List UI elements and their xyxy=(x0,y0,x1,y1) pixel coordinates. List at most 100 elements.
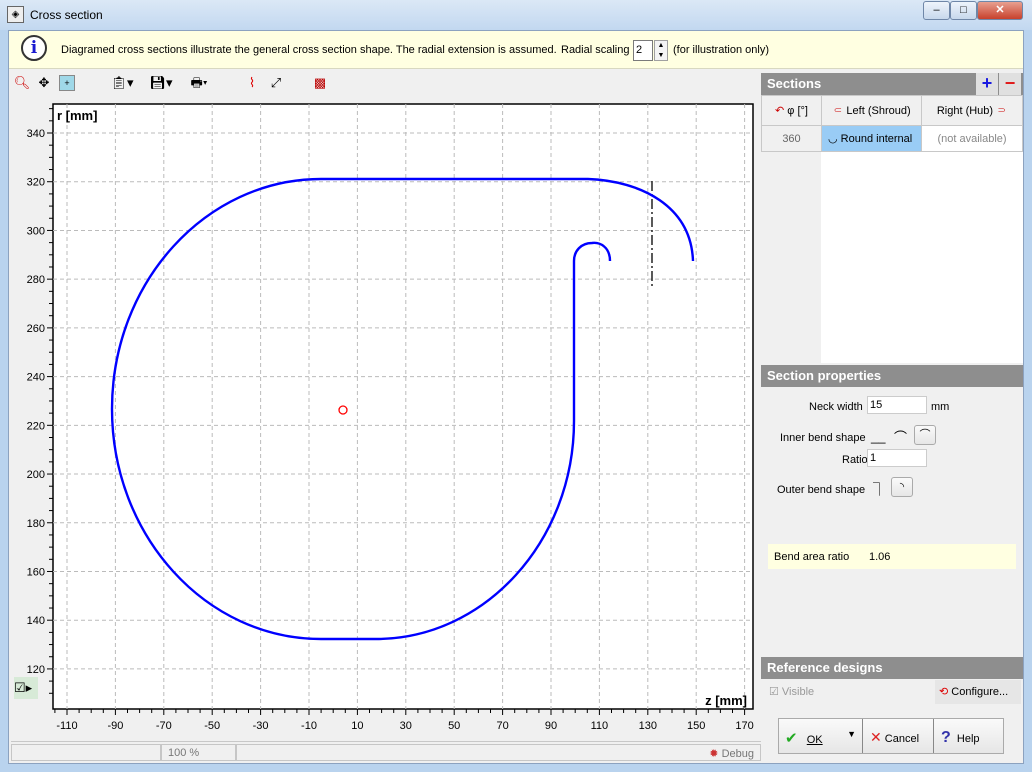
configure-button[interactable]: ⟲ Configure... xyxy=(935,680,1021,704)
radial-scaling-note: (for illustration only) xyxy=(673,44,769,56)
ratio-input[interactable]: 1 xyxy=(867,449,927,467)
x-tick-label: -10 xyxy=(301,720,317,732)
radial-scaling-spinner[interactable]: ▲ ▼ xyxy=(654,40,668,61)
zoom-icon[interactable]: 🔍︎ xyxy=(13,74,31,92)
section-properties-header: Section properties xyxy=(761,365,1023,387)
neck-width-input[interactable]: 15 xyxy=(867,396,927,414)
x-tick-label: -90 xyxy=(107,720,123,732)
legend-toggle-icon[interactable]: ☑▸ xyxy=(14,677,38,699)
print-icon[interactable]: 🖶▾ xyxy=(183,74,215,92)
measure-icon[interactable]: ⤢ xyxy=(267,74,285,92)
status-cell xyxy=(11,744,161,761)
y-tick-label: 320 xyxy=(27,177,45,189)
remove-section-button[interactable]: − xyxy=(999,73,1021,95)
sections-table-area: ↶ φ [°] ⸦ Left (Shroud) Right (Hub) ⸧ 36… xyxy=(761,95,1023,363)
inner-bend-corner-icon[interactable]: ⌒ xyxy=(894,427,907,446)
dialog-button-group: ✔ OK ▼ ✕ Cancel ? Help xyxy=(778,718,1004,754)
bend-area-ratio-value: 1.06 xyxy=(869,551,891,563)
ok-button[interactable]: ✔ OK ▼ xyxy=(779,719,863,753)
zoom-level: 100 % xyxy=(161,744,236,761)
x-tick-label: 170 xyxy=(735,720,753,732)
title-bar: ◈ Cross section – □ ✕ xyxy=(0,0,1032,30)
close-button[interactable]: ✕ xyxy=(977,1,1023,20)
export-icon[interactable]: 📋︎▾ xyxy=(107,74,137,92)
bug-icon: ✹ xyxy=(709,748,719,760)
inner-bend-round-button[interactable]: ⌒ xyxy=(914,425,936,445)
bend-area-ratio-box: Bend area ratio 1.06 xyxy=(768,544,1016,569)
status-bar: 100 % ✹ Debug xyxy=(11,741,761,761)
y-tick-label: 340 xyxy=(27,128,45,140)
debug-button[interactable]: ✹ Debug xyxy=(236,744,761,761)
outer-bend-corner-icon[interactable]: ⏋ xyxy=(873,479,886,498)
outer-bend-round-button[interactable]: ◝ xyxy=(891,477,913,497)
y-tick-label: 280 xyxy=(27,274,45,286)
minimize-button[interactable]: – xyxy=(923,1,950,20)
x-axis-label: z [mm] xyxy=(705,693,747,708)
radial-scaling-input[interactable]: 2 xyxy=(633,40,653,61)
maximize-button[interactable]: □ xyxy=(950,1,977,20)
info-text: Diagramed cross sections illustrate the … xyxy=(61,44,557,56)
info-icon: i xyxy=(21,35,47,61)
add-section-button[interactable]: + xyxy=(976,73,998,95)
app-icon: ◈ xyxy=(7,6,24,23)
y-tick-label: 120 xyxy=(27,664,45,676)
cancel-icon: ✕ xyxy=(870,729,882,745)
phi-cell[interactable]: 360 xyxy=(761,125,822,152)
configure-icon: ⟲ xyxy=(939,686,949,698)
reference-designs-header: Reference designs xyxy=(761,657,1023,679)
x-tick-label: -110 xyxy=(56,720,77,732)
x-tick-label: -30 xyxy=(253,720,269,732)
x-tick-label: 130 xyxy=(639,720,657,732)
y-tick-label: 140 xyxy=(27,615,45,627)
fit-icon[interactable]: + xyxy=(59,75,75,91)
plot-toolbar: 🔍︎ ✥ + 📋︎▾ 💾︎▾ 🖶▾ ⌇ ⤢ ▩ xyxy=(11,71,761,97)
save-icon[interactable]: 💾︎▾ xyxy=(145,74,177,92)
inner-bend-label: Inner bend shape xyxy=(780,432,866,444)
radial-scaling-label: Radial scaling xyxy=(561,44,630,56)
sections-title: Sections xyxy=(767,76,822,91)
neck-width-label: Neck width xyxy=(809,401,863,413)
open-icon[interactable]: ⌇ xyxy=(243,74,261,92)
sections-table: ↶ φ [°] ⸦ Left (Shroud) Right (Hub) ⸧ 36… xyxy=(761,95,1023,152)
y-tick-label: 260 xyxy=(27,323,45,335)
left-cell[interactable]: ◡ Round internal xyxy=(821,125,922,152)
x-tick-label: 110 xyxy=(591,720,609,732)
y-tick-label: 180 xyxy=(27,518,45,530)
plot-panel: r [mm] z [mm] -110 -90 -70 -50 -30 -10 10 30 50 7… xyxy=(11,97,761,741)
x-tick-label: 30 xyxy=(400,720,412,732)
outer-bend-label: Outer bend shape xyxy=(777,484,866,496)
round-internal-icon: ◡ xyxy=(828,133,838,145)
table-row: 360 ◡ Round internal (not available) xyxy=(761,125,1023,152)
visible-checkbox[interactable]: ☑ Visible xyxy=(769,685,814,698)
x-tick-label: -70 xyxy=(156,720,172,732)
info-bar: i Diagramed cross sections illustrate th… xyxy=(9,31,1023,69)
left-header[interactable]: ⸦ Left (Shroud) xyxy=(821,95,922,126)
check-icon: ✔ xyxy=(785,730,798,747)
colors-icon[interactable]: ▩ xyxy=(311,74,329,92)
y-tick-label: 240 xyxy=(27,372,45,384)
y-tick-label: 300 xyxy=(27,225,45,237)
neck-width-unit: mm xyxy=(931,401,950,413)
ratio-label: Ratio xyxy=(842,454,868,466)
bend-area-ratio-label: Bend area ratio xyxy=(774,551,850,563)
right-cell[interactable]: (not available) xyxy=(921,125,1023,152)
help-button[interactable]: ? Help xyxy=(935,719,1003,753)
x-tick-label: 90 xyxy=(545,720,557,732)
right-header[interactable]: Right (Hub) ⸧ xyxy=(921,95,1023,126)
cross-section-plot[interactable]: r [mm] z [mm] -110 -90 -70 -50 -30 -10 10 30 50 7… xyxy=(11,97,761,741)
debug-label: Debug xyxy=(721,748,754,760)
ok-dropdown-icon: ▼ xyxy=(847,729,856,739)
x-tick-label: 70 xyxy=(496,720,508,732)
y-axis-label: r [mm] xyxy=(57,108,97,123)
y-tick-label: 160 xyxy=(27,566,45,578)
right-panel: Sections + − ↶ φ [°] ⸦ Left (Shroud) Rig… xyxy=(761,73,1023,763)
cancel-button[interactable]: ✕ Cancel xyxy=(864,719,934,753)
x-tick-label: 10 xyxy=(351,720,363,732)
x-tick-label: 50 xyxy=(448,720,460,732)
pan-icon[interactable]: ✥ xyxy=(35,74,53,92)
dialog-body: i Diagramed cross sections illustrate th… xyxy=(8,30,1024,764)
phi-header[interactable]: ↶ φ [°] xyxy=(761,95,822,126)
inner-bend-flat-icon[interactable]: __ xyxy=(871,429,885,444)
y-tick-label: 220 xyxy=(27,420,45,432)
help-icon: ? xyxy=(941,729,951,746)
